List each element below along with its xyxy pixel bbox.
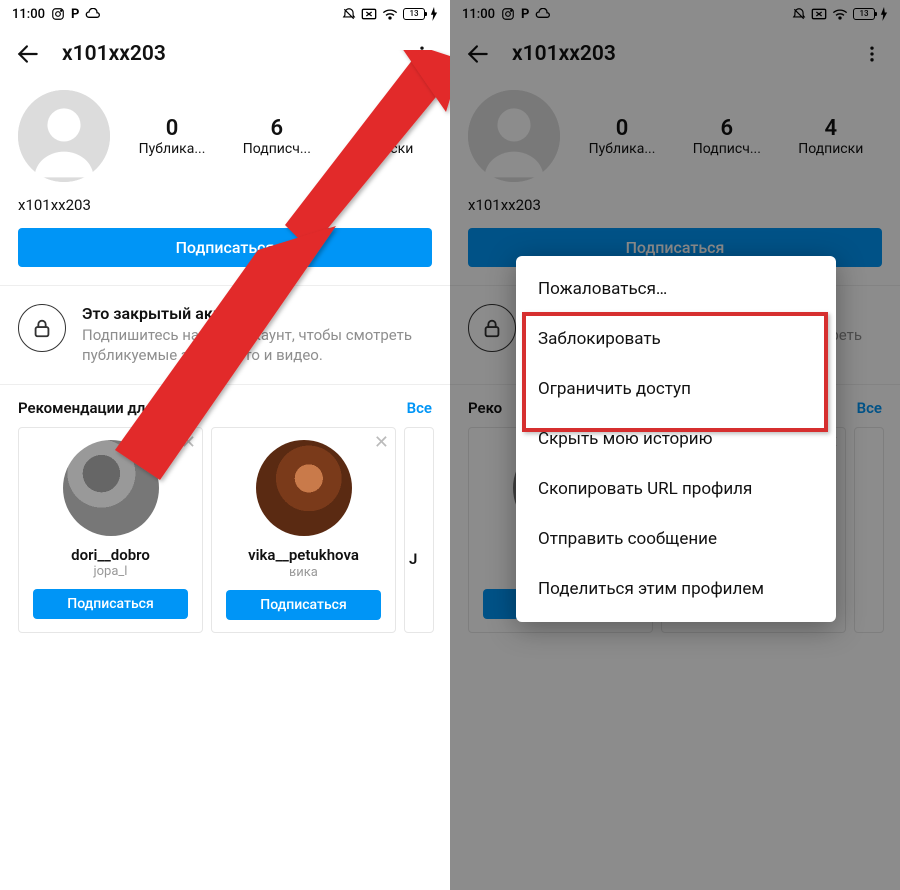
recommendations-row[interactable]: ✕ dori__dobro jopa_l Подписаться ✕ vika_… bbox=[0, 427, 450, 649]
menu-item-hide-story[interactable]: Скрыть мою историю bbox=[516, 414, 836, 464]
close-box-icon bbox=[361, 8, 377, 20]
cloud-icon bbox=[85, 8, 101, 20]
menu-item-restrict[interactable]: Ограничить доступ bbox=[516, 364, 836, 414]
reco-follow-button[interactable]: Подписаться bbox=[226, 590, 381, 620]
reco-subtitle: jopa_l bbox=[27, 564, 194, 579]
kebab-menu-button[interactable] bbox=[852, 34, 892, 74]
reco-subtitle: ʁика bbox=[220, 564, 387, 580]
recommendations-title: Реко bbox=[468, 399, 502, 417]
close-box-icon bbox=[811, 8, 827, 20]
status-time: 11:00 bbox=[462, 7, 495, 22]
charging-icon bbox=[880, 7, 888, 21]
profile-name: x101xx203 bbox=[450, 188, 900, 228]
reco-follow-button[interactable]: Подписаться bbox=[33, 589, 188, 619]
back-button[interactable] bbox=[8, 34, 48, 74]
back-button[interactable] bbox=[458, 34, 498, 74]
profile-avatar[interactable] bbox=[18, 90, 110, 182]
reco-card[interactable]: ✕ dori__dobro jopa_l Подписаться bbox=[18, 427, 203, 633]
recommendations-all-link[interactable]: Все bbox=[857, 399, 882, 417]
context-menu: Пожаловаться… Заблокировать Ограничить д… bbox=[516, 256, 836, 622]
followers-count: 6 bbox=[693, 116, 761, 141]
menu-item-send-message[interactable]: Отправить сообщение bbox=[516, 514, 836, 564]
profile-avatar[interactable] bbox=[468, 90, 560, 182]
reco-username: dori__dobro bbox=[27, 546, 194, 564]
profile-name: x101xx203 bbox=[0, 188, 450, 228]
followers-stat[interactable]: 6 Подписч... bbox=[693, 116, 761, 157]
status-bar: 11:00 P 13 bbox=[0, 0, 450, 28]
followers-stat[interactable]: 6 Подписч... bbox=[243, 116, 311, 157]
mute-icon bbox=[342, 7, 356, 21]
app-header: x101xx203 bbox=[0, 28, 450, 80]
followers-count: 6 bbox=[243, 116, 311, 141]
posts-label: Публика... bbox=[589, 141, 656, 157]
posts-count: 0 bbox=[139, 116, 206, 141]
menu-item-share-profile[interactable]: Поделиться этим профилем bbox=[516, 564, 836, 614]
close-icon[interactable]: ✕ bbox=[374, 434, 389, 452]
following-label: Подписки bbox=[348, 141, 413, 157]
following-count: 4 bbox=[348, 116, 413, 141]
cloud-icon bbox=[535, 8, 551, 20]
instagram-icon bbox=[501, 7, 515, 21]
reco-username: J bbox=[409, 550, 425, 568]
private-title: Это закрытый аккаунт bbox=[82, 304, 432, 323]
p-icon: P bbox=[71, 7, 79, 22]
screen-left: 11:00 P 13 x101xx203 0 Публика... bbox=[0, 0, 450, 890]
recommendations-header: Рекомендации для вас Все bbox=[0, 385, 450, 427]
charging-icon bbox=[430, 7, 438, 21]
follow-button[interactable]: Подписаться bbox=[18, 228, 432, 267]
following-stat[interactable]: 4 Подписки bbox=[348, 116, 413, 157]
bottom-fade bbox=[0, 810, 450, 890]
header-username: x101xx203 bbox=[62, 42, 388, 66]
posts-stat[interactable]: 0 Публика... bbox=[139, 116, 206, 157]
following-label: Подписки bbox=[798, 141, 863, 157]
wifi-icon bbox=[832, 7, 848, 21]
close-icon[interactable]: ✕ bbox=[181, 434, 196, 452]
wifi-icon bbox=[382, 7, 398, 21]
status-time: 11:00 bbox=[12, 7, 45, 22]
followers-label: Подписч... bbox=[693, 141, 761, 157]
recommendations-title: Рекомендации для вас bbox=[18, 399, 182, 417]
profile-row: 0 Публика... 6 Подписч... 4 Подписки bbox=[0, 80, 450, 188]
reco-avatar[interactable] bbox=[256, 440, 352, 536]
private-account-box: Это закрытый аккаунт Подпишитесь на этот… bbox=[0, 285, 450, 385]
p-icon: P bbox=[521, 7, 529, 22]
app-header: x101xx203 bbox=[450, 28, 900, 80]
reco-username: vika__petukhova bbox=[220, 546, 387, 564]
private-desc: Подпишитесь на этот аккаунт, чтобы смотр… bbox=[82, 325, 432, 366]
following-count: 4 bbox=[798, 116, 863, 141]
menu-item-block[interactable]: Заблокировать bbox=[516, 314, 836, 364]
battery-icon: 13 bbox=[853, 8, 875, 20]
recommendations-all-link[interactable]: Все bbox=[407, 399, 432, 417]
menu-item-copy-url[interactable]: Скопировать URL профиля bbox=[516, 464, 836, 514]
reco-avatar[interactable] bbox=[63, 440, 159, 536]
profile-row: 0 Публика... 6 Подписч... 4 Подписки bbox=[450, 80, 900, 188]
lock-icon bbox=[18, 304, 66, 352]
posts-label: Публика... bbox=[139, 141, 206, 157]
reco-card[interactable] bbox=[854, 427, 884, 633]
posts-count: 0 bbox=[589, 116, 656, 141]
reco-card[interactable]: ✕ vika__petukhova ʁика Подписаться bbox=[211, 427, 396, 633]
followers-label: Подписч... bbox=[243, 141, 311, 157]
following-stat[interactable]: 4 Подписки bbox=[798, 116, 863, 157]
status-bar: 11:00 P 13 bbox=[450, 0, 900, 28]
battery-icon: 13 bbox=[403, 8, 425, 20]
screen-right: 11:00 P 13 x101xx203 0 Публика... bbox=[450, 0, 900, 890]
menu-item-report[interactable]: Пожаловаться… bbox=[516, 264, 836, 314]
mute-icon bbox=[792, 7, 806, 21]
lock-icon bbox=[468, 304, 516, 352]
header-username: x101xx203 bbox=[512, 42, 838, 66]
kebab-menu-button[interactable] bbox=[402, 34, 442, 74]
reco-card[interactable]: J bbox=[404, 427, 434, 633]
instagram-icon bbox=[51, 7, 65, 21]
posts-stat[interactable]: 0 Публика... bbox=[589, 116, 656, 157]
